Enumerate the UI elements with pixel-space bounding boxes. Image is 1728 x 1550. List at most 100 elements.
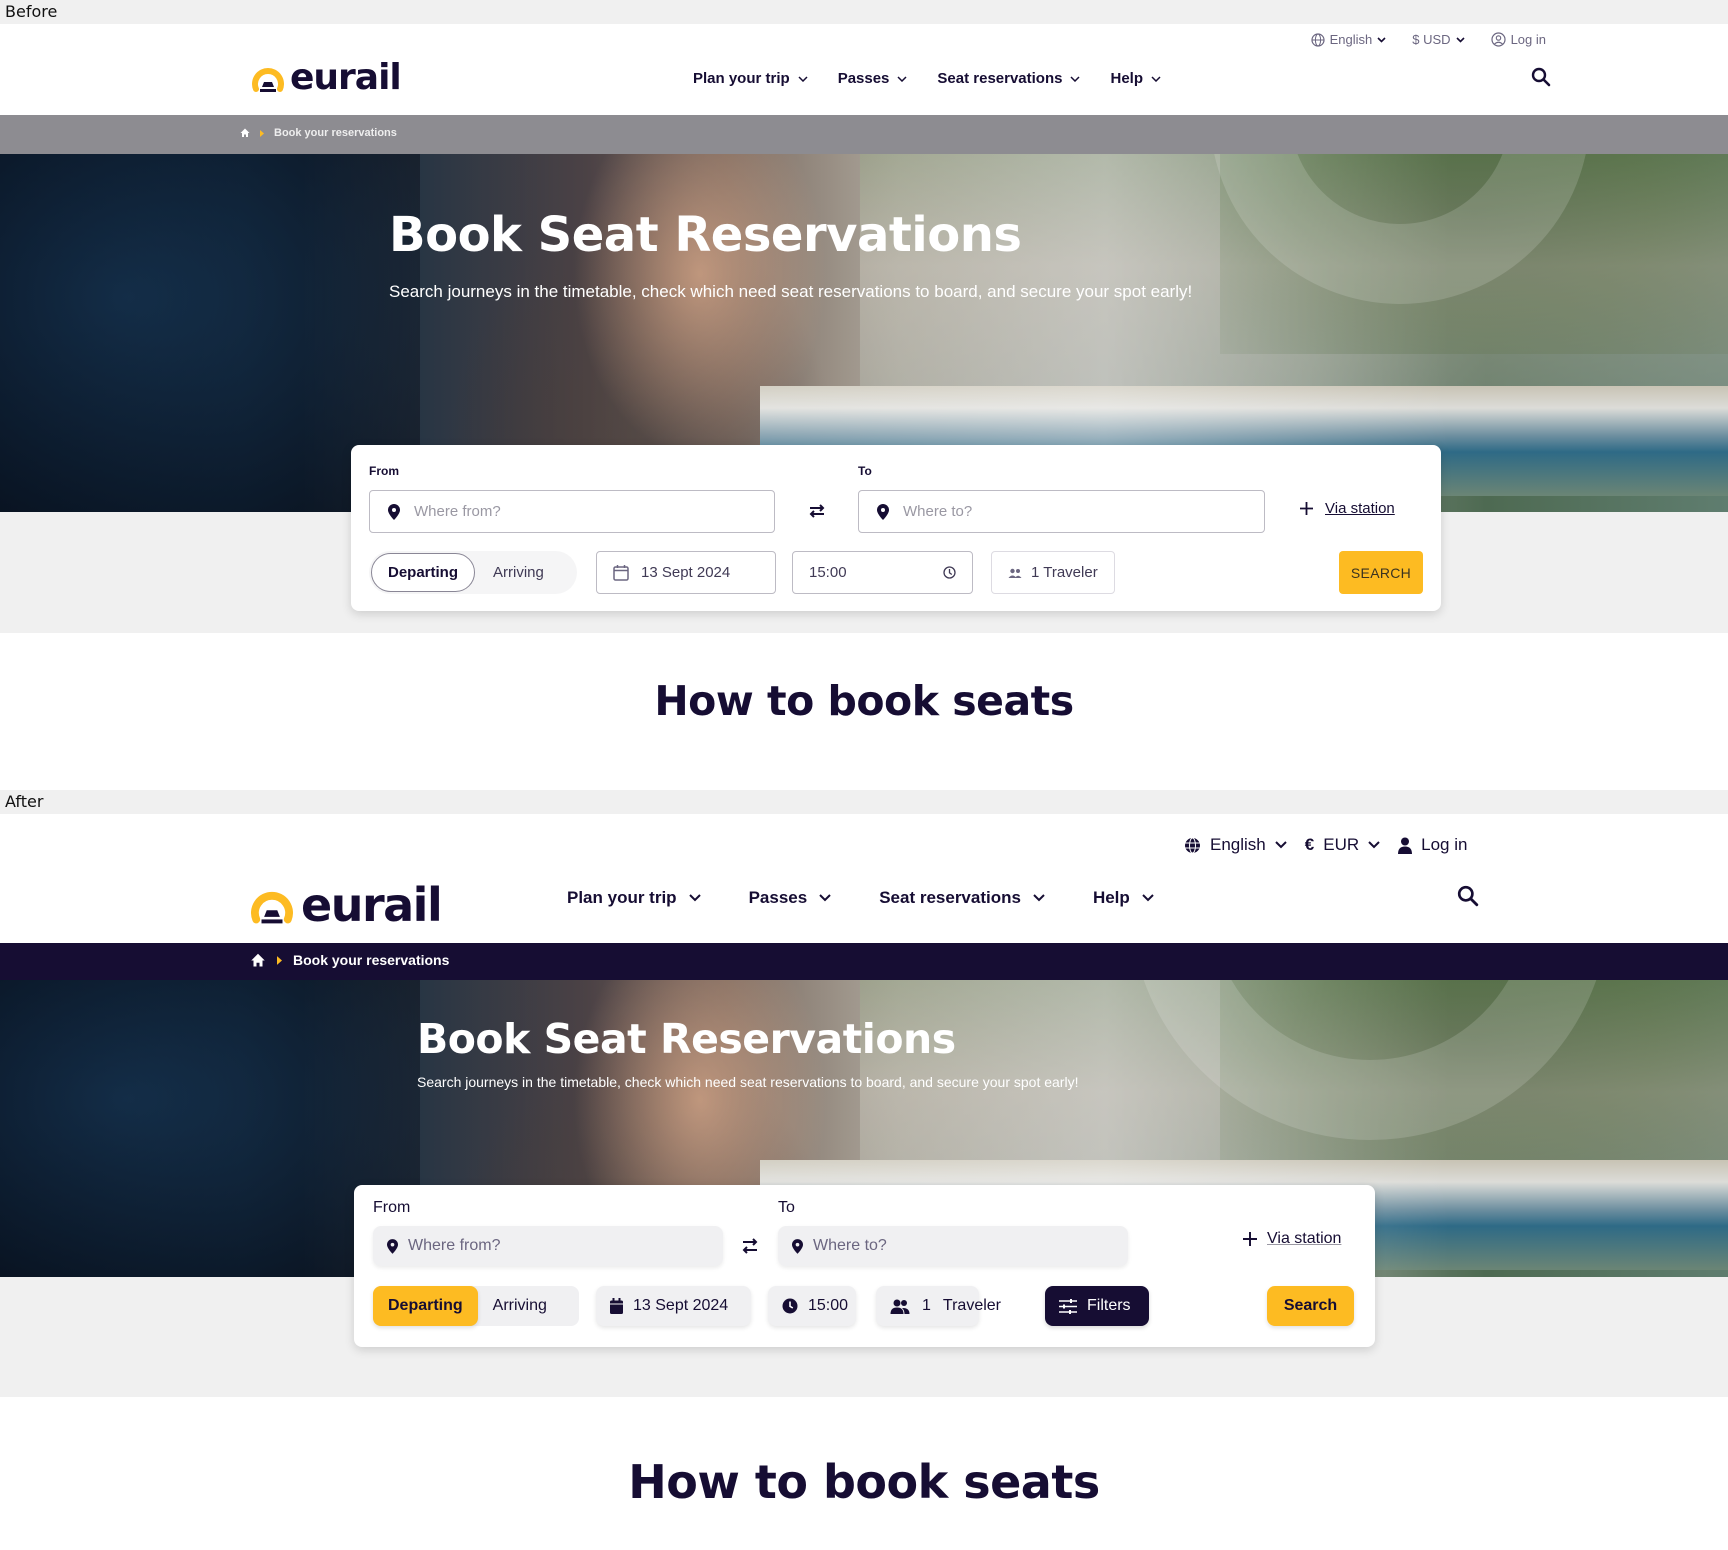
time-picker[interactable]: 15:00 bbox=[768, 1286, 856, 1326]
from-input[interactable]: Where from? bbox=[369, 490, 775, 533]
people-icon bbox=[890, 1299, 910, 1314]
nav-passes[interactable]: Passes bbox=[838, 70, 908, 87]
currency-selector[interactable]: $ USD bbox=[1412, 32, 1465, 47]
travelers-selector[interactable]: 1 Traveler bbox=[876, 1286, 1001, 1326]
breadcrumb-bar: Book your reservations bbox=[0, 115, 1728, 154]
nav-label: Passes bbox=[837, 70, 890, 87]
login-link[interactable]: Log in bbox=[1398, 835, 1467, 855]
to-label: To bbox=[778, 1199, 795, 1216]
login-label: Log in bbox=[1510, 32, 1546, 47]
home-icon[interactable] bbox=[250, 953, 266, 968]
time-picker[interactable]: 15:00 bbox=[792, 551, 973, 594]
nav-label: Help bbox=[1092, 888, 1130, 907]
breadcrumb-current: Book your reservations bbox=[274, 127, 397, 139]
chevron-down-icon bbox=[1377, 36, 1386, 43]
departing-arriving-toggle: Departing Arriving bbox=[369, 551, 577, 594]
eurail-logo[interactable]: eurail bbox=[251, 878, 443, 932]
globe-icon bbox=[1184, 837, 1201, 854]
chevron-down-icon bbox=[819, 894, 831, 902]
hero-title: Book Seat Reservations bbox=[389, 207, 1022, 263]
language-selector[interactable]: English bbox=[1311, 32, 1387, 47]
to-input[interactable]: Where to? bbox=[858, 490, 1265, 533]
arriving-option[interactable]: Arriving bbox=[475, 564, 562, 581]
currency-label: $ USD bbox=[1412, 32, 1451, 47]
chevron-down-icon bbox=[688, 894, 701, 902]
nav-plan-your-trip[interactable]: Plan your trip bbox=[567, 888, 701, 908]
date-picker[interactable]: 13 Sept 2024 bbox=[596, 1286, 751, 1326]
from-input[interactable]: Where from? bbox=[373, 1226, 723, 1266]
nav-help[interactable]: Help bbox=[1093, 888, 1154, 908]
section-heading: How to book seats bbox=[654, 677, 1074, 725]
search-button[interactable]: SEARCH bbox=[1339, 551, 1423, 594]
chevron-down-icon bbox=[1275, 841, 1287, 849]
date-value: 13 Sept 2024 bbox=[633, 1297, 729, 1314]
via-station-link[interactable]: Via station bbox=[1300, 500, 1395, 517]
calendar-icon bbox=[613, 564, 629, 581]
travelers-selector[interactable]: 1 Traveler bbox=[991, 551, 1115, 594]
filters-label: Filters bbox=[1087, 1297, 1131, 1314]
chevron-down-icon bbox=[1033, 894, 1045, 902]
chevron-right-icon bbox=[260, 129, 264, 137]
clock-icon bbox=[782, 1298, 798, 1314]
chevron-down-icon bbox=[798, 75, 808, 82]
language-selector[interactable]: English bbox=[1184, 835, 1287, 855]
site-header: eurail English € EUR Log in Plan your tr… bbox=[0, 814, 1728, 943]
map-pin-icon bbox=[792, 1238, 803, 1254]
travelers-label: Traveler bbox=[942, 1297, 1001, 1314]
people-icon bbox=[1008, 568, 1022, 578]
departing-option[interactable]: Departing bbox=[371, 553, 476, 592]
user-circle-icon bbox=[1490, 32, 1506, 47]
breadcrumb: Book your reservations bbox=[240, 127, 397, 139]
nav-help[interactable]: Help bbox=[1110, 70, 1161, 87]
utility-bar: English $ USD Log in bbox=[1311, 32, 1546, 47]
nav-label: Help bbox=[1110, 70, 1143, 87]
swap-icon[interactable] bbox=[742, 1237, 758, 1255]
date-picker[interactable]: 13 Sept 2024 bbox=[596, 551, 776, 594]
from-placeholder: Where from? bbox=[408, 1237, 501, 1254]
user-icon bbox=[1398, 837, 1413, 854]
clock-icon bbox=[943, 566, 956, 579]
hero-subtitle: Search journeys in the timetable, check … bbox=[389, 282, 1193, 301]
search-button[interactable]: Search bbox=[1267, 1286, 1354, 1326]
from-placeholder: Where from? bbox=[414, 503, 501, 520]
chevron-down-icon bbox=[1142, 894, 1154, 902]
eurail-logo[interactable]: eurail bbox=[252, 57, 402, 98]
login-label: Log in bbox=[1421, 835, 1468, 854]
home-icon[interactable] bbox=[240, 128, 250, 138]
breadcrumb: Book your reservations bbox=[250, 952, 449, 968]
search-icon[interactable] bbox=[1531, 67, 1551, 87]
nav-plan-your-trip[interactable]: Plan your trip bbox=[693, 70, 808, 87]
after-label: After bbox=[0, 790, 1728, 814]
chevron-down-icon bbox=[1456, 36, 1465, 43]
search-icon[interactable] bbox=[1457, 885, 1479, 907]
before-screenshot: Before eurail English $ USD Log in Plan … bbox=[0, 0, 1728, 790]
swap-icon[interactable] bbox=[807, 503, 827, 519]
currency-selector[interactable]: € EUR bbox=[1305, 835, 1380, 855]
site-header: eurail English $ USD Log in Plan your tr… bbox=[0, 24, 1728, 115]
chevron-down-icon bbox=[1368, 841, 1380, 849]
map-pin-icon bbox=[877, 503, 889, 520]
to-input[interactable]: Where to? bbox=[778, 1226, 1128, 1266]
hero-title: Book Seat Reservations bbox=[417, 1015, 956, 1063]
search-form-card: From Where from? To Where to? Via statio… bbox=[351, 445, 1441, 611]
chevron-down-icon bbox=[897, 75, 907, 82]
main-nav: Plan your trip Passes Seat reservations … bbox=[567, 888, 1154, 908]
departing-arriving-toggle: Departing Arriving bbox=[373, 1286, 579, 1326]
departing-option[interactable]: Departing bbox=[373, 1286, 478, 1326]
nav-seat-reservations[interactable]: Seat reservations bbox=[879, 888, 1045, 908]
nav-label: Plan your trip bbox=[567, 888, 677, 907]
via-station-link[interactable]: Via station bbox=[1243, 1230, 1341, 1248]
to-label: To bbox=[858, 464, 872, 478]
arriving-option[interactable]: Arriving bbox=[478, 1297, 562, 1315]
nav-label: Seat reservations bbox=[937, 70, 1063, 87]
chevron-down-icon bbox=[1151, 75, 1161, 82]
nav-seat-reservations[interactable]: Seat reservations bbox=[937, 70, 1081, 87]
map-pin-icon bbox=[387, 1238, 398, 1254]
login-link[interactable]: Log in bbox=[1490, 32, 1546, 47]
breadcrumb-bar: Book your reservations bbox=[0, 943, 1728, 980]
date-value: 13 Sept 2024 bbox=[641, 564, 731, 581]
filters-button[interactable]: Filters bbox=[1045, 1286, 1149, 1326]
chevron-down-icon bbox=[1070, 75, 1081, 82]
nav-passes[interactable]: Passes bbox=[749, 888, 832, 908]
language-label: English bbox=[1329, 32, 1373, 47]
